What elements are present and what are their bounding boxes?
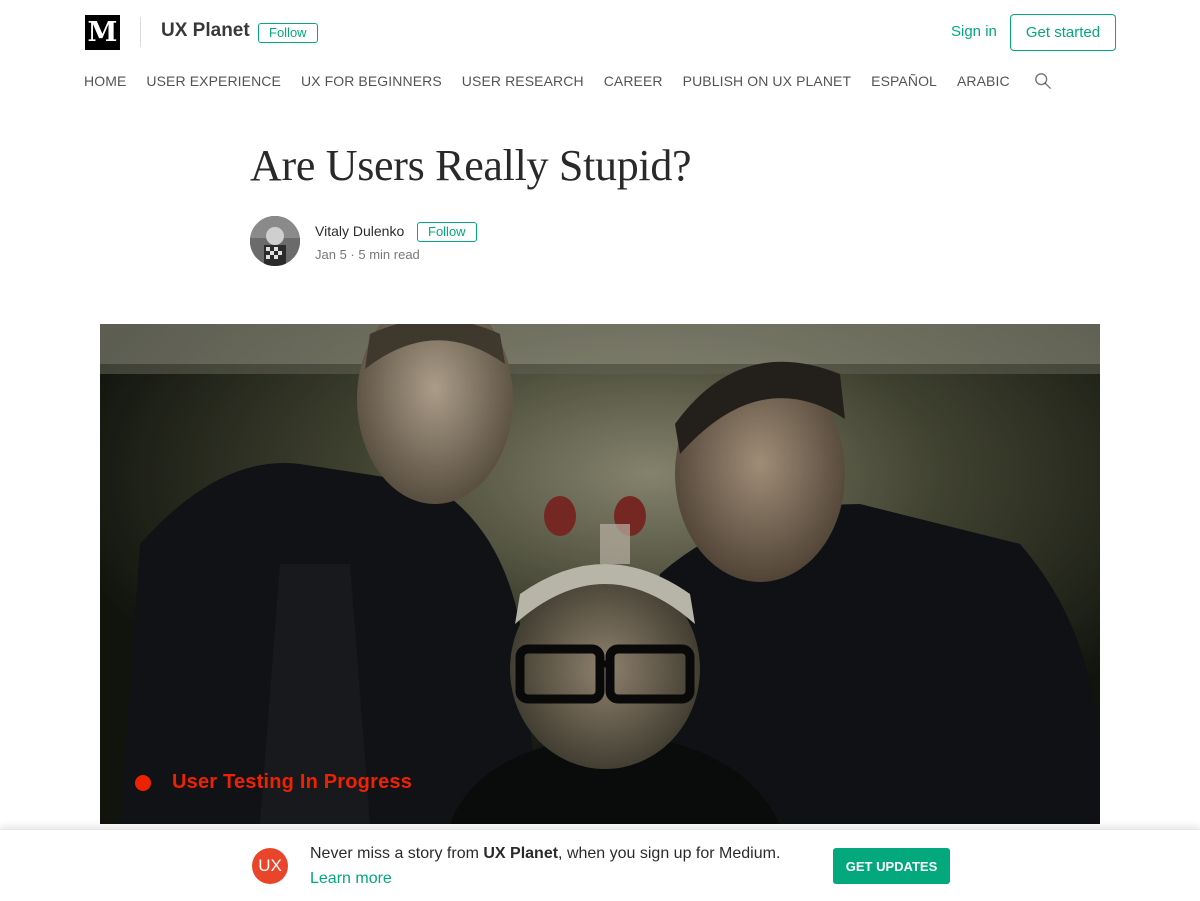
article-meta: Jan 5 · 5 min read: [315, 247, 420, 262]
publication-name[interactable]: UX Planet: [161, 20, 250, 42]
hero-image: User Testing In Progress: [100, 324, 1100, 824]
nav-item-arabic[interactable]: ARABIC: [957, 73, 1010, 89]
sign-in-link[interactable]: Sign in: [951, 23, 997, 40]
nav-item-espanol[interactable]: ESPAÑOL: [871, 73, 937, 89]
nav-item-user-experience[interactable]: USER EXPERIENCE: [146, 73, 281, 89]
follow-publication-button[interactable]: Follow: [258, 23, 318, 43]
signup-banner: UX Never miss a story from UX Planet, wh…: [0, 829, 1200, 901]
learn-more-link[interactable]: Learn more: [310, 870, 392, 888]
author-avatar[interactable]: [250, 216, 300, 266]
get-updates-button[interactable]: GET UPDATES: [833, 848, 950, 884]
header-divider: [140, 17, 141, 47]
nav-item-ux-for-beginners[interactable]: UX FOR BEGINNERS: [301, 73, 442, 89]
banner-publication: UX Planet: [483, 845, 559, 862]
nav-item-user-research[interactable]: USER RESEARCH: [462, 73, 584, 89]
banner-text-before: Never miss a story from: [310, 845, 484, 862]
author-name[interactable]: Vitaly Dulenko: [315, 223, 404, 239]
banner-message: Never miss a story from UX Planet, when …: [310, 845, 780, 863]
medium-logo[interactable]: M: [85, 15, 120, 50]
nav-item-publish[interactable]: PUBLISH ON UX PLANET: [683, 73, 852, 89]
hero-overlay-text: User Testing In Progress: [172, 771, 413, 793]
nav-item-home[interactable]: HOME: [84, 73, 126, 89]
ux-planet-logo[interactable]: UX: [252, 848, 288, 884]
top-bar: M UX Planet Follow Sign in Get started: [0, 0, 1200, 64]
search-icon[interactable]: [1034, 72, 1052, 90]
banner-text-after: , when you sign up for Medium.: [558, 845, 781, 862]
article-title: Are Users Really Stupid?: [250, 141, 692, 190]
recording-dot-icon: [135, 775, 151, 791]
nav-item-career[interactable]: CAREER: [604, 73, 663, 89]
publication-nav: HOME USER EXPERIENCE UX FOR BEGINNERS US…: [84, 71, 1052, 91]
get-started-button[interactable]: Get started: [1010, 14, 1116, 51]
follow-author-button[interactable]: Follow: [417, 222, 477, 242]
